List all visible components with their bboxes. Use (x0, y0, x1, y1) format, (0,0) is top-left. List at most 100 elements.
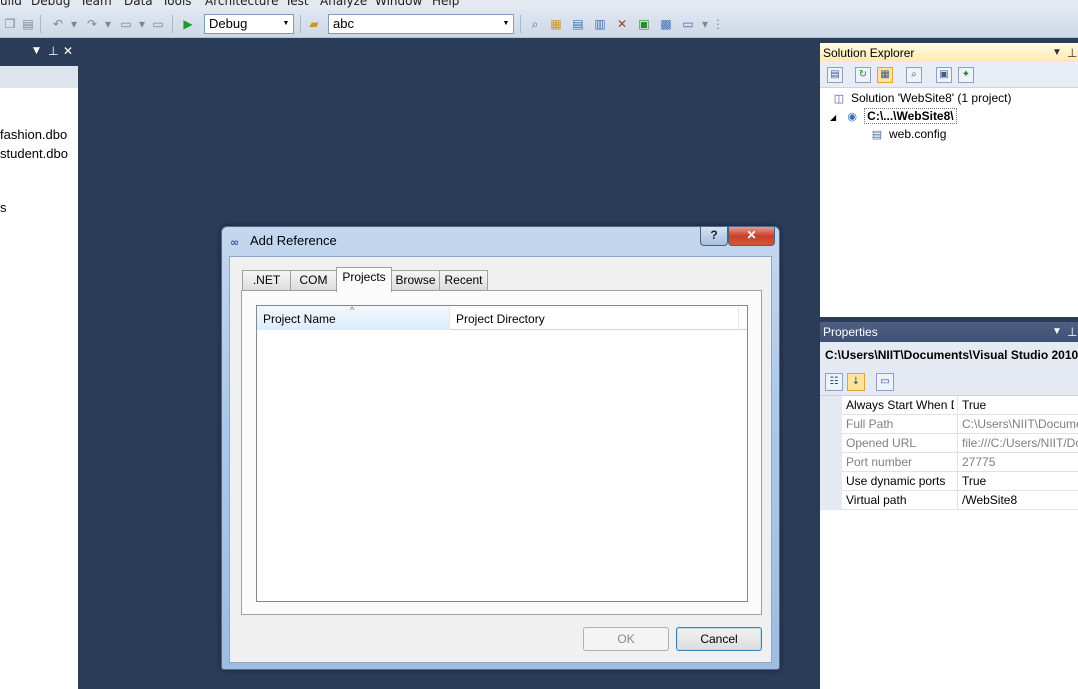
tab-projects[interactable]: Projects (336, 267, 392, 292)
column-project-name[interactable]: ^ Project Name (257, 305, 450, 330)
menu-data[interactable]: Data (124, 0, 153, 8)
refresh-icon[interactable]: ↻ (855, 67, 871, 83)
properties-header: Properties ▼ ⊥ (820, 322, 1078, 342)
properties-toolbar: ☷ ↓ ▭ (820, 368, 1078, 396)
property-row[interactable]: Full Path C:\Users\NIIT\Docume (820, 415, 1078, 434)
solution-explorer-title: Solution Explorer (823, 46, 915, 60)
navigate-forward-icon[interactable]: ▭ (150, 16, 166, 32)
property-row[interactable]: Always Start When D True (820, 396, 1078, 415)
toolbar-separator (172, 15, 173, 33)
menu-help[interactable]: Help (432, 0, 459, 8)
column-project-name-label: Project Name (263, 312, 336, 326)
tab-dotnet[interactable]: .NET (242, 270, 291, 291)
projects-list[interactable]: ^ Project Name Project Directory (256, 305, 748, 602)
property-value[interactable]: True (957, 472, 1078, 491)
collapse-triangle-icon[interactable]: ◢ (830, 113, 836, 122)
property-name: Always Start When D (846, 398, 954, 412)
toolbox-icon[interactable]: ✕ (614, 16, 630, 32)
find-in-files-icon[interactable]: ⌕ (527, 16, 543, 32)
tree-item-web-config[interactable]: ▤ web.config (869, 125, 947, 143)
open-folder-icon[interactable]: ▰ (306, 16, 322, 32)
window-position-icon[interactable]: ▼ (1052, 322, 1062, 342)
menu-analyze[interactable]: Analyze (320, 0, 367, 8)
tree-item-project[interactable]: ◢ ◉ C:\...\WebSite8\ (830, 107, 957, 125)
config-file-icon: ▤ (871, 128, 883, 141)
paste-icon[interactable]: ▤ (20, 16, 36, 32)
menu-architecture[interactable]: Architecture (205, 0, 278, 8)
tree-item-partial[interactable]: s (0, 200, 7, 215)
property-row[interactable]: Port number 27775 (820, 453, 1078, 472)
solution-configuration-value: Debug (209, 16, 248, 31)
column-project-directory[interactable]: Project Directory (450, 306, 739, 330)
extension-manager-icon[interactable]: ▩ (658, 16, 674, 32)
property-gutter (820, 396, 842, 415)
help-button[interactable]: ? (700, 227, 728, 246)
find-combo[interactable]: abc ▼ (328, 14, 514, 34)
solution-explorer-header: Solution Explorer ▼ ⊥ (820, 43, 1078, 63)
property-row[interactable]: Virtual path /WebSite8 (820, 491, 1078, 510)
property-gutter (820, 434, 842, 453)
menu-debug[interactable]: Debug (31, 0, 70, 8)
menu-tools[interactable]: Tools (162, 0, 192, 8)
property-value[interactable]: True (957, 396, 1078, 415)
column-project-directory-label: Project Directory (456, 312, 545, 326)
command-window-icon[interactable]: ▭ (680, 16, 696, 32)
start-page-icon[interactable]: ▣ (636, 16, 652, 32)
tab-recent[interactable]: Recent (439, 270, 488, 291)
redo-dropdown-icon[interactable]: ▾ (100, 16, 116, 32)
close-icon[interactable]: ✕ (63, 44, 73, 58)
undo-dropdown-icon[interactable]: ▾ (66, 16, 82, 32)
ok-button[interactable]: OK (583, 627, 669, 651)
alphabetical-icon[interactable]: ↓ (847, 373, 865, 391)
chevron-down-icon[interactable]: ▼ (499, 15, 513, 33)
menu-window[interactable]: Window (375, 0, 422, 8)
cancel-button[interactable]: Cancel (676, 627, 762, 651)
dialog-client-area: .NET COM Projects Browse Recent ^ Projec… (229, 256, 772, 663)
solution-configuration-combo[interactable]: Debug ▼ (204, 14, 294, 34)
chevron-down-icon[interactable]: ▼ (279, 15, 293, 33)
start-debugging-icon[interactable]: ▶ (180, 16, 196, 32)
menu-team[interactable]: Team (80, 0, 112, 8)
tab-com[interactable]: COM (290, 270, 337, 291)
auto-hide-pin-icon[interactable]: ⊥ (1067, 43, 1077, 63)
tree-item-student[interactable]: student.dbo (0, 146, 68, 161)
menu-test[interactable]: Test (285, 0, 309, 8)
property-row[interactable]: Use dynamic ports True (820, 472, 1078, 491)
auto-hide-pin-icon[interactable]: ⊥ (48, 44, 58, 58)
property-pages-icon[interactable]: ▭ (876, 373, 894, 391)
property-gutter (820, 453, 842, 472)
solution-explorer-icon[interactable]: ▦ (548, 16, 564, 32)
properties-icon[interactable]: ▤ (827, 67, 843, 83)
menu-build[interactable]: uild (0, 0, 22, 8)
property-value[interactable]: 27775 (957, 453, 1078, 472)
tree-item-fashion[interactable]: fashion.dbo (0, 127, 67, 142)
tab-browse[interactable]: Browse (391, 270, 440, 291)
properties-window-icon[interactable]: ▤ (570, 16, 586, 32)
property-value[interactable]: /WebSite8 (957, 491, 1078, 510)
copy-website-icon[interactable]: ▣ (936, 67, 952, 83)
undo-icon[interactable]: ↶ (50, 16, 66, 32)
categorized-icon[interactable]: ☷ (825, 373, 843, 391)
navigate-backward-icon[interactable]: ▭ (118, 16, 134, 32)
properties-object-selector[interactable]: C:\Users\NIIT\Documents\Visual Studio 20… (820, 342, 1078, 368)
aspnet-configuration-icon[interactable]: ✦ (958, 67, 974, 83)
property-value[interactable]: file:///C:/Users/NIIT/Do (957, 434, 1078, 453)
auto-hide-pin-icon[interactable]: ⊥ (1067, 322, 1077, 342)
close-button[interactable]: ✕ (728, 227, 775, 246)
add-reference-dialog: ∞ Add Reference ? ✕ .NET COM Projects Br… (221, 226, 780, 670)
tree-item-solution[interactable]: ◫ Solution 'WebSite8' (1 project) (831, 89, 1012, 107)
property-value[interactable]: C:\Users\NIIT\Docume (957, 415, 1078, 434)
window-position-icon[interactable]: ▼ (33, 46, 40, 56)
list-header: ^ Project Name Project Directory (257, 305, 747, 330)
navigate-dropdown-icon[interactable]: ▾ (134, 16, 150, 32)
property-row[interactable]: Opened URL file:///C:/Users/NIIT/Do (820, 434, 1078, 453)
window-position-icon[interactable]: ▼ (1052, 43, 1062, 63)
property-name: Full Path (846, 417, 894, 431)
show-all-files-icon[interactable]: ▦ (877, 67, 893, 83)
object-browser-icon[interactable]: ▥ (592, 16, 608, 32)
redo-icon[interactable]: ↷ (84, 16, 100, 32)
view-code-icon[interactable]: ⌕ (906, 67, 922, 83)
sort-ascending-icon: ^ (350, 305, 355, 315)
toolbar-options-icon[interactable]: ⋮ (710, 16, 726, 32)
copy-icon[interactable]: ❐ (2, 16, 18, 32)
